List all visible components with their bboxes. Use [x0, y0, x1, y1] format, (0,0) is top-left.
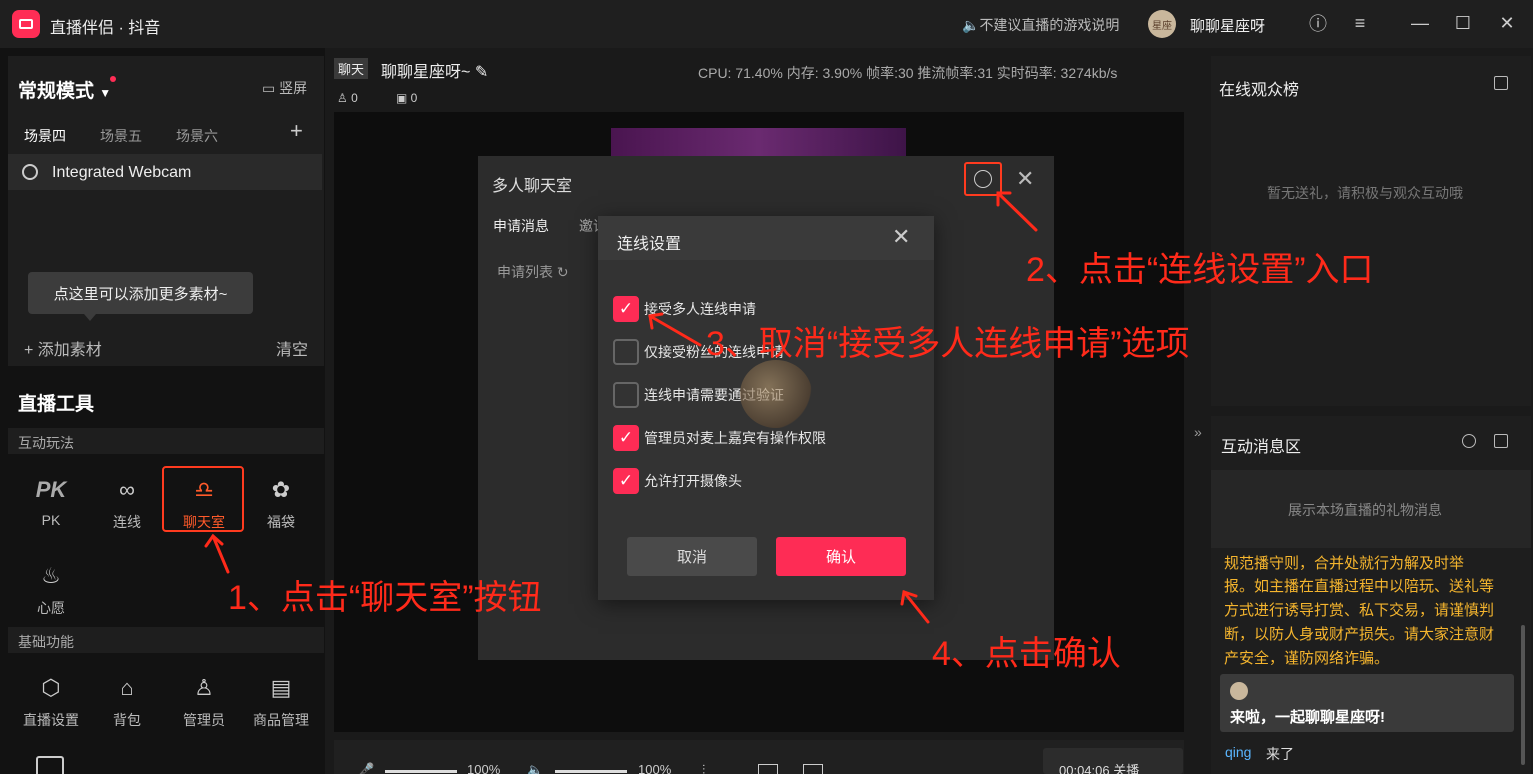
- annotation-step1: 1、点击“聊天室”按钮: [228, 579, 542, 617]
- arrow-step2: [996, 191, 1038, 232]
- arrow-step3: [648, 314, 702, 347]
- annotation-step3: 3、取消“接受多人连线申请”选项: [706, 325, 1190, 363]
- annotation-step4: 4、点击确认: [932, 635, 1121, 673]
- annotation-step2: 2、点击“连线设置”入口: [1026, 251, 1374, 289]
- annotation-arrows: [204, 191, 1038, 624]
